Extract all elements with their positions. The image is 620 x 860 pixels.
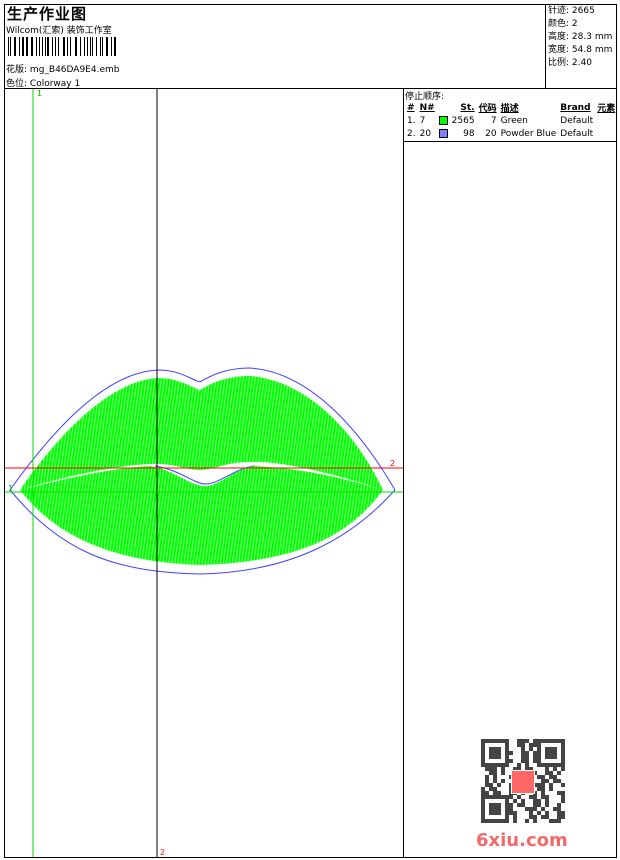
seal-stamp	[511, 770, 535, 794]
design-canvas: 1 2 1 2	[5, 89, 403, 857]
upper-lip	[20, 376, 383, 490]
guide-label-v2: 2	[160, 848, 165, 857]
watermark-logo: 6xiu.com	[476, 830, 568, 851]
guide-label-h2: 2	[390, 459, 395, 468]
guide-label-v1: 1	[37, 89, 42, 98]
lower-lip	[20, 466, 383, 565]
guide-label-h1: 1	[8, 484, 13, 493]
